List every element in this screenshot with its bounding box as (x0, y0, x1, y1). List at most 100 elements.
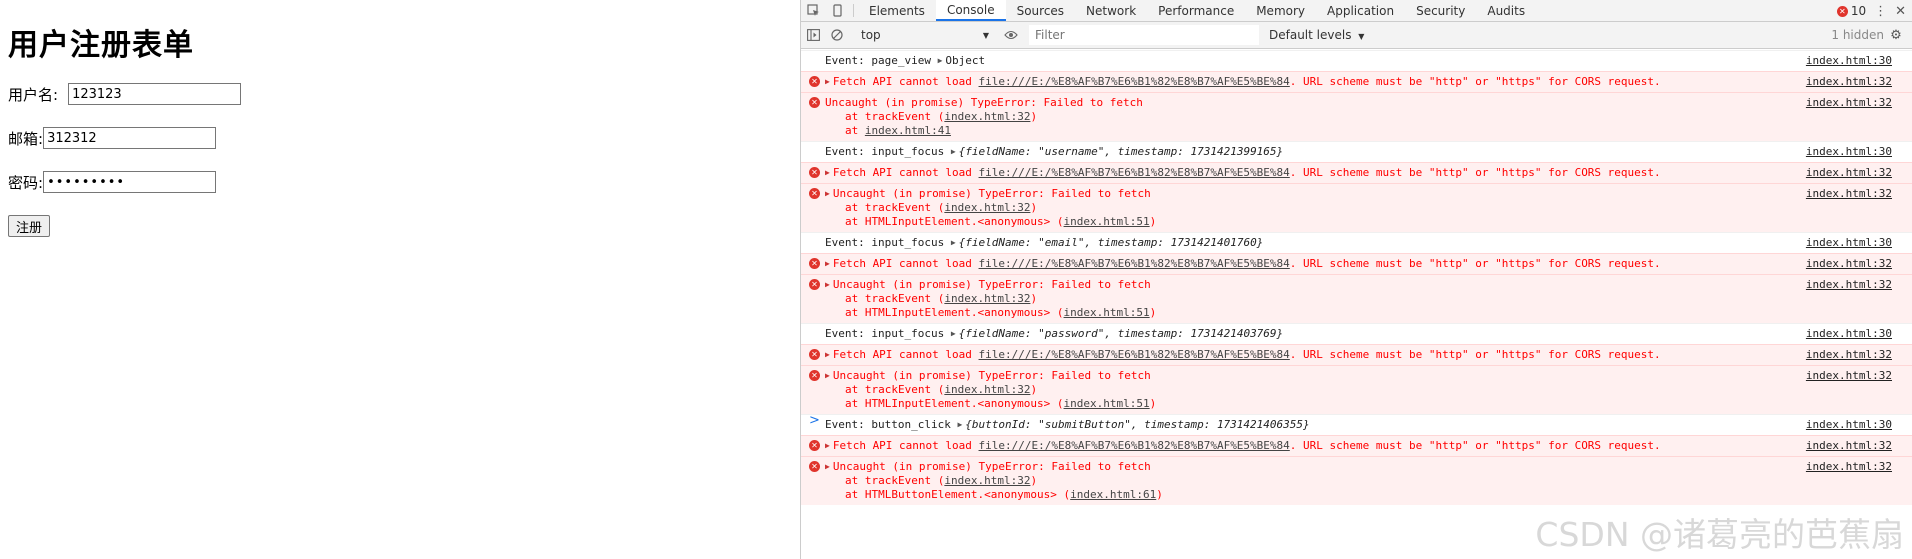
expand-triangle-icon[interactable]: ▶ (825, 278, 830, 292)
tab-security[interactable]: Security (1405, 0, 1476, 21)
tab-network[interactable]: Network (1075, 0, 1147, 21)
logged-object[interactable]: {fieldName: "password", timestamp: 17314… (959, 327, 1284, 340)
console-error-message[interactable]: ✕ ▶ Uncaught (in promise) TypeError: Faile… (801, 365, 1912, 414)
message-line: ▶ Uncaught (in promise) TypeError: Failed… (825, 187, 1912, 201)
source-link[interactable]: index.html:32 (1806, 166, 1892, 180)
stack-frame-prefix: at trackEvent ( (845, 474, 945, 487)
log-levels-dropdown[interactable]: Default levels ▼ (1269, 28, 1364, 42)
stack-frame-link[interactable]: index.html:32 (944, 292, 1030, 305)
console-prompt[interactable]: > (809, 413, 820, 428)
source-link[interactable]: index.html:32 (1806, 439, 1892, 453)
expand-triangle-icon[interactable]: ▶ (825, 166, 830, 180)
submit-button[interactable]: 注册 (8, 215, 51, 237)
source-link[interactable]: index.html:30 (1806, 236, 1892, 250)
logged-object[interactable]: {buttonId: "submitButton", timestamp: 17… (965, 418, 1309, 431)
console-error-message[interactable]: ✕ ▶ Fetch API cannot load file:///E:/%E8%A… (801, 344, 1912, 365)
more-menu-icon[interactable]: ⋮ (1874, 4, 1887, 19)
stack-frame-suffix: ) (1030, 383, 1038, 396)
stack-frame-link[interactable]: index.html:61 (1070, 488, 1156, 501)
source-link[interactable]: index.html:32 (1806, 348, 1892, 362)
expand-triangle-icon[interactable]: ▶ (825, 187, 830, 201)
email-input[interactable] (43, 127, 217, 149)
stack-frame-link[interactable]: index.html:32 (944, 201, 1030, 214)
stack-frame-link[interactable]: index.html:32 (944, 383, 1030, 396)
source-link[interactable]: index.html:32 (1806, 278, 1892, 292)
file-url-link[interactable]: file:///E:/%E8%AF%B7%E6%B1%82%E8%B7%AF%E… (979, 257, 1290, 270)
source-link[interactable]: index.html:32 (1806, 460, 1892, 474)
file-url-link[interactable]: file:///E:/%E8%AF%B7%E6%B1%82%E8%B7%AF%E… (979, 166, 1290, 179)
expand-triangle-icon[interactable]: ▶ (825, 439, 830, 453)
stack-frame-suffix: ) (1149, 306, 1157, 319)
console-error-message[interactable]: ✕ ▶ Uncaught (in promise) TypeError: Faile… (801, 456, 1912, 505)
tab-console[interactable]: Console (935, 0, 1006, 21)
source-link[interactable]: index.html:32 (1806, 187, 1892, 201)
expand-triangle-icon[interactable]: ▶ (951, 327, 956, 341)
tab-elements[interactable]: Elements (858, 0, 936, 21)
expand-triangle-icon[interactable]: ▶ (957, 418, 962, 432)
password-input[interactable] (43, 171, 217, 193)
source-link[interactable]: index.html:32 (1806, 96, 1892, 110)
console-error-message[interactable]: ✕ ▶ Fetch API cannot load file:///E:/%E8%A… (801, 253, 1912, 274)
console-log-message[interactable]: Event: input_focus ▶ {fieldName: "passwor… (801, 323, 1912, 344)
console-log-message[interactable]: Event: page_view ▶ Object index.html:30 (801, 50, 1912, 71)
expand-triangle-icon[interactable]: ▶ (951, 236, 956, 250)
source-link[interactable]: index.html:30 (1806, 327, 1892, 341)
expand-triangle-icon[interactable]: ▶ (825, 369, 830, 383)
message-line: Event: input_focus ▶ {fieldName: "email",… (825, 236, 1912, 250)
stack-frame-link[interactable]: index.html:51 (1064, 306, 1150, 319)
live-expression-eye-icon[interactable] (999, 22, 1023, 49)
logged-object[interactable]: {fieldName: "email", timestamp: 17314214… (959, 236, 1264, 249)
error-counter[interactable]: ✕ 10 (1836, 4, 1866, 18)
source-link[interactable]: index.html:32 (1806, 75, 1892, 89)
error-icon: ✕ (1836, 5, 1848, 17)
tab-memory[interactable]: Memory (1245, 0, 1316, 21)
clear-console-icon[interactable] (825, 22, 849, 49)
console-log-message[interactable]: Event: input_focus ▶ {fieldName: "usernam… (801, 141, 1912, 162)
expand-triangle-icon[interactable]: ▶ (951, 145, 956, 159)
error-icon: ✕ (809, 167, 820, 178)
console-error-message[interactable]: ✕ ▶ Uncaught (in promise) TypeError: Faile… (801, 274, 1912, 323)
device-toolbar-icon[interactable] (825, 0, 849, 21)
file-url-link[interactable]: file:///E:/%E8%AF%B7%E6%B1%82%E8%B7%AF%E… (979, 348, 1290, 361)
stack-frame-link[interactable]: index.html:32 (944, 474, 1030, 487)
stack-frame-link[interactable]: index.html:51 (1064, 397, 1150, 410)
gear-icon[interactable]: ⚙ (1884, 22, 1908, 49)
source-link[interactable]: index.html:32 (1806, 369, 1892, 383)
console-error-message[interactable]: ✕ ▶ Fetch API cannot load file:///E:/%E8%A… (801, 162, 1912, 183)
stack-frame-link[interactable]: index.html:41 (865, 124, 951, 137)
file-url-link[interactable]: file:///E:/%E8%AF%B7%E6%B1%82%E8%B7%AF%E… (979, 439, 1290, 452)
stack-frame-link[interactable]: index.html:51 (1064, 215, 1150, 228)
context-select[interactable]: top ▼ (855, 25, 995, 45)
console-error-message[interactable]: ✕ ▶ Fetch API cannot load file:///E:/%E8%A… (801, 435, 1912, 456)
console-log-message[interactable]: Event: input_focus ▶ {fieldName: "email",… (801, 232, 1912, 253)
message-text-rest: . URL scheme must be "http" or "https" f… (1289, 348, 1661, 361)
tab-audits[interactable]: Audits (1476, 0, 1536, 21)
tab-sources[interactable]: Sources (1006, 0, 1075, 21)
logged-object[interactable]: Object (945, 54, 985, 67)
expand-triangle-icon[interactable]: ▶ (825, 257, 830, 271)
source-link[interactable]: index.html:30 (1806, 418, 1892, 432)
console-log-message[interactable]: Event: button_click ▶ {buttonId: "submitB… (801, 414, 1912, 435)
file-url-link[interactable]: file:///E:/%E8%AF%B7%E6%B1%82%E8%B7%AF%E… (979, 75, 1290, 88)
username-input[interactable] (68, 83, 242, 105)
console-error-message[interactable]: ✕ Uncaught (in promise) TypeError: Failed… (801, 92, 1912, 141)
close-icon[interactable]: ✕ (1895, 4, 1906, 19)
source-link[interactable]: index.html:30 (1806, 54, 1892, 68)
tab-performance[interactable]: Performance (1147, 0, 1245, 21)
source-link[interactable]: index.html:32 (1806, 257, 1892, 271)
tab-application[interactable]: Application (1316, 0, 1405, 21)
console-error-message[interactable]: ✕ ▶ Fetch API cannot load file:///E:/%E8%A… (801, 71, 1912, 92)
source-link[interactable]: index.html:30 (1806, 145, 1892, 159)
inspect-element-icon[interactable] (801, 0, 825, 21)
stack-frame-link[interactable]: index.html:32 (944, 110, 1030, 123)
expand-triangle-icon[interactable]: ▶ (938, 54, 943, 68)
message-line: ▶ Uncaught (in promise) TypeError: Failed… (825, 278, 1912, 292)
logged-object[interactable]: {fieldName: "username", timestamp: 17314… (959, 145, 1284, 158)
filter-input[interactable] (1029, 25, 1259, 45)
expand-triangle-icon[interactable]: ▶ (825, 75, 830, 89)
email-label: 邮箱: (8, 129, 44, 148)
expand-triangle-icon[interactable]: ▶ (825, 460, 830, 474)
sidebar-toggle-icon[interactable] (801, 22, 825, 49)
expand-triangle-icon[interactable]: ▶ (825, 348, 830, 362)
console-error-message[interactable]: ✕ ▶ Uncaught (in promise) TypeError: Faile… (801, 183, 1912, 232)
